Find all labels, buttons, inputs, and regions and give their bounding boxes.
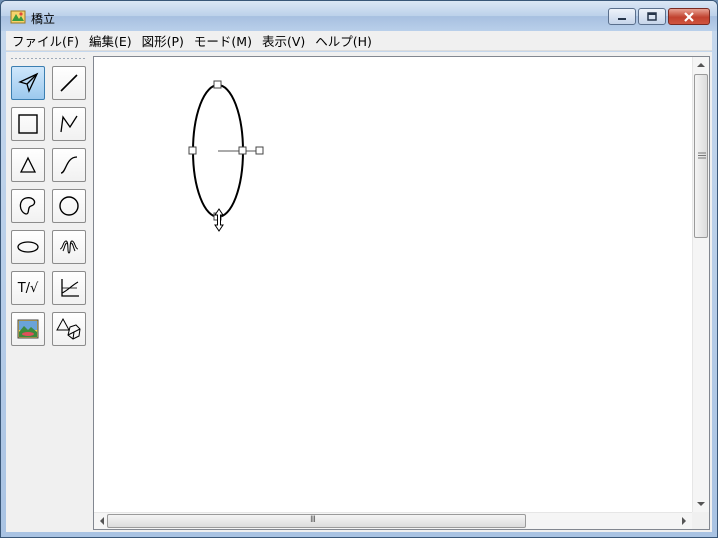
picture-icon [17,319,39,339]
line-icon [60,74,78,92]
ellipse-tool[interactable] [11,230,45,264]
menu-view[interactable]: 表示(V) [256,31,309,50]
select-arrow-tool[interactable] [11,66,45,100]
polyline-tool[interactable] [52,107,86,141]
menu-help[interactable]: ヘルプ(H) [309,31,376,50]
ellipse-icon [17,241,39,253]
scrollbar-corner [692,512,709,529]
minimize-icon [618,17,626,20]
select-arrow-icon [18,72,39,93]
window-title: 橋立 [31,12,56,26]
chevron-right-icon [682,517,686,525]
rectangle-icon [18,114,38,134]
toolbox: T/√ [8,54,90,530]
minimize-button[interactable] [608,8,636,25]
freeform-tool[interactable] [11,189,45,223]
triangle-icon [19,156,37,173]
close-icon [684,11,694,22]
triangle-tool[interactable] [11,148,45,182]
graph-axes-icon [61,279,79,297]
solid-shapes-icon [56,317,81,340]
chevron-down-icon [697,502,705,506]
app-window: 橋立 ファイル(F) 編集(E) 図形(P) モード(M) 表示(V) ヘルプ(… [0,0,718,538]
spiral-tool[interactable] [52,230,86,264]
scroll-grip-icon: III [310,515,316,525]
text-formula-icon: T/√ [17,280,39,296]
app-icon [10,10,26,24]
scroll-down-button[interactable] [693,496,709,512]
drawing-area: III [93,56,710,530]
scroll-up-button[interactable] [693,57,709,73]
client-area: T/√ III [6,52,712,532]
close-button[interactable] [668,8,710,25]
chevron-up-icon [697,63,705,67]
line-tool[interactable] [52,66,86,100]
drawing-canvas[interactable] [94,57,692,512]
handle-rotation[interactable] [255,146,264,155]
circle-icon [59,196,79,216]
title-bar[interactable]: 橋立 [1,1,717,31]
handle-top[interactable] [213,80,222,89]
vertical-scroll-thumb[interactable] [694,74,708,238]
horizontal-scroll-thumb[interactable]: III [107,514,526,528]
horizontal-scrollbar[interactable]: III [94,512,692,529]
menu-edit[interactable]: 編集(E) [83,31,136,50]
curve-tool[interactable] [52,148,86,182]
menu-file[interactable]: ファイル(F) [6,31,83,50]
menu-bar: ファイル(F) 編集(E) 図形(P) モード(M) 表示(V) ヘルプ(H) [6,31,712,51]
maximize-icon [647,12,657,21]
scroll-right-button[interactable] [676,513,692,529]
toolbox-grip[interactable] [10,57,86,60]
spiral-icon [59,240,79,254]
text-formula-tool[interactable]: T/√ [11,271,45,305]
menu-mode[interactable]: モード(M) [188,31,256,50]
image-tool[interactable] [11,312,45,346]
menu-shape[interactable]: 図形(P) [136,31,188,50]
handle-left[interactable] [188,146,197,155]
3d-shapes-tool[interactable] [52,312,86,346]
canvas-svg [188,80,264,232]
curve-icon [60,156,78,174]
scroll-grip-icon [698,152,706,159]
chevron-left-icon [100,517,104,525]
handle-center[interactable] [238,146,247,155]
polyline-icon [60,115,78,133]
maximize-button[interactable] [638,8,666,25]
circle-tool[interactable] [52,189,86,223]
freeform-closed-curve-icon [19,197,36,215]
vertical-scrollbar[interactable] [692,57,709,512]
rectangle-tool[interactable] [11,107,45,141]
graph-tool[interactable] [52,271,86,305]
